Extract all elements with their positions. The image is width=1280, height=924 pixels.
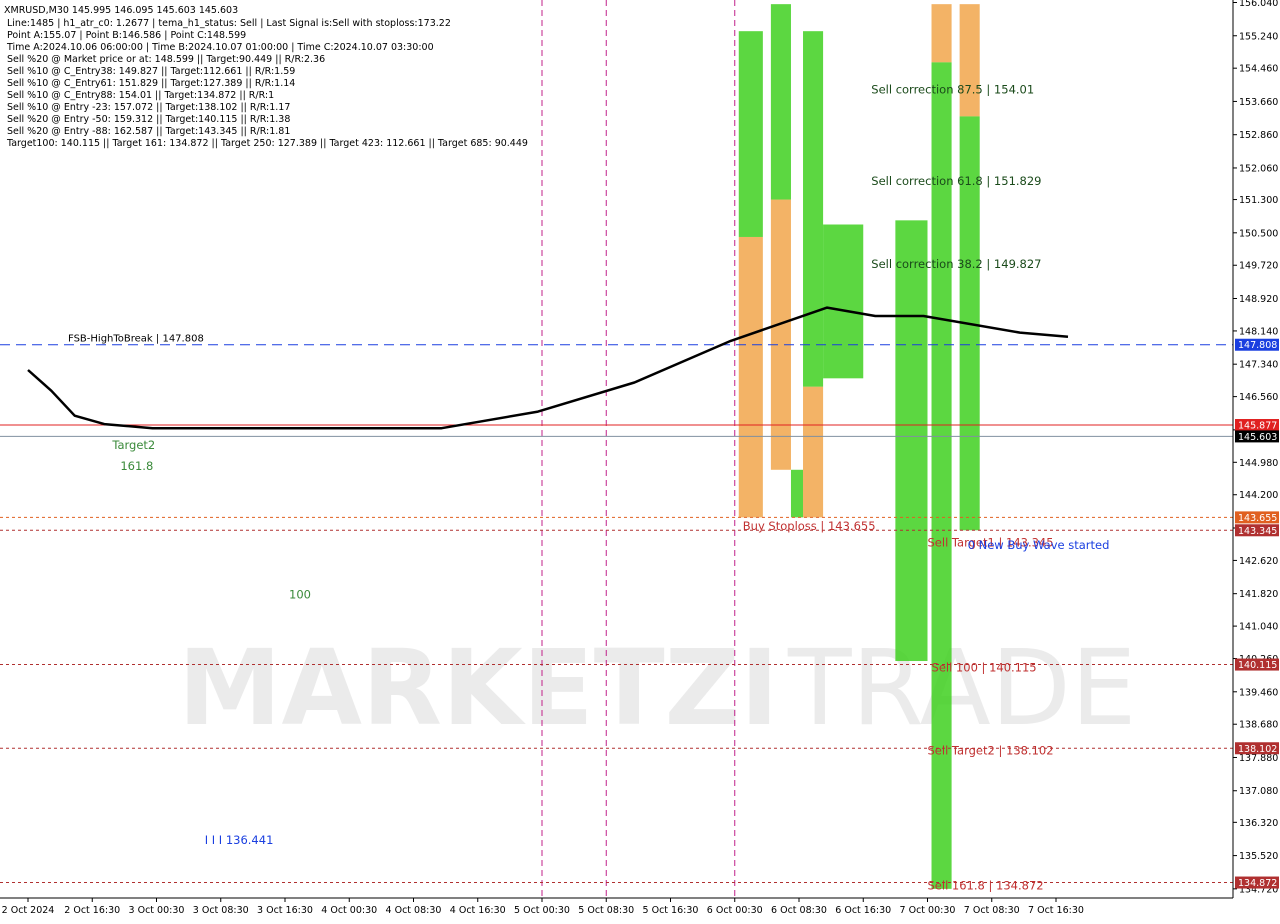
y-tick-label-7: 151.300 [1239, 195, 1278, 206]
price-badge-label-8: 134.872 [1238, 878, 1277, 889]
y-tick-label-13: 146.560 [1239, 392, 1278, 403]
price-badge-label-7: 138.102 [1238, 744, 1277, 755]
annotation-4: I I I 136.441 [205, 833, 274, 847]
x-tick-label-14: 6 Oct 16:30 [835, 905, 891, 916]
annotation-6: Sell correction 87.5 | 154.01 [871, 83, 1034, 97]
y-tick-label-3: 154.460 [1239, 64, 1278, 75]
zone-8 [823, 224, 864, 379]
y-tick-label-4: 153.660 [1239, 97, 1278, 108]
x-tick-label-6: 4 Oct 00:30 [321, 905, 377, 916]
annotation-5: Buy Stoploss | 143.655 [743, 519, 876, 533]
zone-5 [790, 469, 804, 518]
y-tick-label-27: 135.520 [1239, 851, 1278, 862]
info-line-12: Target100: 140.115 || Target 161: 134.87… [6, 138, 528, 149]
y-tick-label-19: 141.820 [1239, 589, 1278, 600]
annotation-10: 0 New Buy Wave started [968, 538, 1110, 552]
y-tick-label-22: 139.460 [1239, 687, 1278, 698]
annotation-13: Sell 161.8 | 134.872 [928, 879, 1044, 893]
x-tick-label-1: 2 Oct 2024 [2, 905, 55, 916]
y-tick-label-15: 144.980 [1239, 458, 1278, 469]
y-tick-label-1: 156.040 [1239, 0, 1278, 9]
chart-canvas[interactable]: MARKETZI TRADE FSB-HighToBreak | 147.808… [0, 0, 1280, 920]
watermark: MARKETZI TRADE [178, 627, 1137, 749]
y-tick-label-25: 137.080 [1239, 786, 1278, 797]
zone-7 [803, 31, 824, 387]
info-line-1: XMRUSD,M30 145.995 146.095 145.603 145.6… [4, 5, 238, 16]
zone-4 [770, 4, 791, 200]
x-tick-label-12: 6 Oct 00:30 [707, 905, 763, 916]
x-tick-label-2: 2 Oct 16:30 [64, 905, 120, 916]
x-tick-label-15: 7 Oct 00:30 [900, 905, 956, 916]
watermark-right: TRADE [787, 627, 1137, 749]
info-line-6: Sell %10 @ C_Entry38: 149.827 || Target:… [7, 66, 295, 77]
annotation-3: 100 [289, 588, 311, 602]
y-tick-label-6: 152.060 [1239, 163, 1278, 174]
info-line-3: Point A:155.07 | Point B:146.586 | Point… [7, 30, 246, 41]
y-tick-label-9: 149.720 [1239, 261, 1278, 272]
info-line-9: Sell %10 @ Entry -23: 157.072 || Target:… [7, 102, 290, 113]
x-tick-label-17: 7 Oct 16:30 [1028, 905, 1084, 916]
x-tick-label-4: 3 Oct 08:30 [193, 905, 249, 916]
y-tick-label-12: 147.340 [1239, 360, 1278, 371]
info-line-10: Sell %20 @ Entry -50: 159.312 || Target:… [7, 114, 290, 125]
x-tick-label-5: 3 Oct 16:30 [257, 905, 313, 916]
zone-2 [738, 31, 763, 237]
price-badge-label-1: 147.808 [1238, 340, 1277, 351]
y-tick-label-18: 142.620 [1239, 556, 1278, 567]
x-tick-label-8: 4 Oct 16:30 [450, 905, 506, 916]
annotation-1: Target2 [111, 438, 155, 452]
watermark-left: MARKETZI [178, 627, 779, 749]
annotation-2: 161.8 [120, 459, 153, 473]
y-tick-label-16: 144.200 [1239, 490, 1278, 501]
zone-6 [803, 386, 824, 518]
y-tick-label-11: 148.140 [1239, 326, 1278, 337]
zone-9 [895, 220, 928, 662]
price-badge-label-5: 143.345 [1238, 526, 1277, 537]
price-badge-label-6: 140.115 [1238, 660, 1277, 671]
y-tick-label-5: 152.860 [1239, 130, 1278, 141]
trading-chart[interactable]: MARKETZI TRADE FSB-HighToBreak | 147.808… [0, 0, 1280, 920]
info-line-11: Sell %20 @ Entry -88: 162.587 || Target:… [7, 126, 290, 137]
x-tick-label-9: 5 Oct 00:30 [514, 905, 570, 916]
y-tick-label-2: 155.240 [1239, 31, 1278, 42]
level-label-1: FSB-HighToBreak | 147.808 [68, 334, 204, 345]
zone-3 [770, 199, 791, 470]
info-line-7: Sell %10 @ C_Entry61: 151.829 || Target:… [7, 78, 295, 89]
info-line-5: Sell %20 @ Market price or at: 148.599 |… [7, 54, 325, 65]
price-badge-label-4: 143.655 [1238, 513, 1277, 524]
x-tick-label-10: 5 Oct 08:30 [578, 905, 634, 916]
annotation-7: Sell correction 61.8 | 151.829 [871, 174, 1041, 188]
info-line-8: Sell %10 @ C_Entry88: 154.01 || Target:1… [7, 90, 274, 101]
x-tick-label-7: 4 Oct 08:30 [386, 905, 442, 916]
y-tick-label-20: 141.040 [1239, 622, 1278, 633]
price-badge-label-3: 145.603 [1238, 432, 1277, 443]
x-tick-label-16: 7 Oct 08:30 [964, 905, 1020, 916]
y-tick-label-23: 138.680 [1239, 720, 1278, 731]
price-badge-label-2: 145.877 [1238, 421, 1277, 432]
zone-12 [959, 4, 980, 117]
annotation-8: Sell correction 38.2 | 149.827 [871, 257, 1041, 271]
info-line-2: Line:1485 | h1_atr_c0: 1.2677 | tema_h1_… [7, 18, 451, 29]
y-tick-label-8: 150.500 [1239, 228, 1278, 239]
y-tick-label-26: 136.320 [1239, 818, 1278, 829]
y-tick-label-10: 148.920 [1239, 294, 1278, 305]
x-tick-label-3: 3 Oct 00:30 [129, 905, 185, 916]
annotation-11: Sell 100 | 140.115 [932, 660, 1037, 674]
annotation-12: Sell Target2 | 138.102 [928, 744, 1054, 758]
x-tick-label-11: 5 Oct 16:30 [643, 905, 699, 916]
info-line-4: Time A:2024.10.06 06:00:00 | Time B:2024… [6, 42, 434, 53]
zone-1 [738, 236, 763, 518]
x-tick-label-13: 6 Oct 08:30 [771, 905, 827, 916]
zone-10 [931, 4, 952, 63]
